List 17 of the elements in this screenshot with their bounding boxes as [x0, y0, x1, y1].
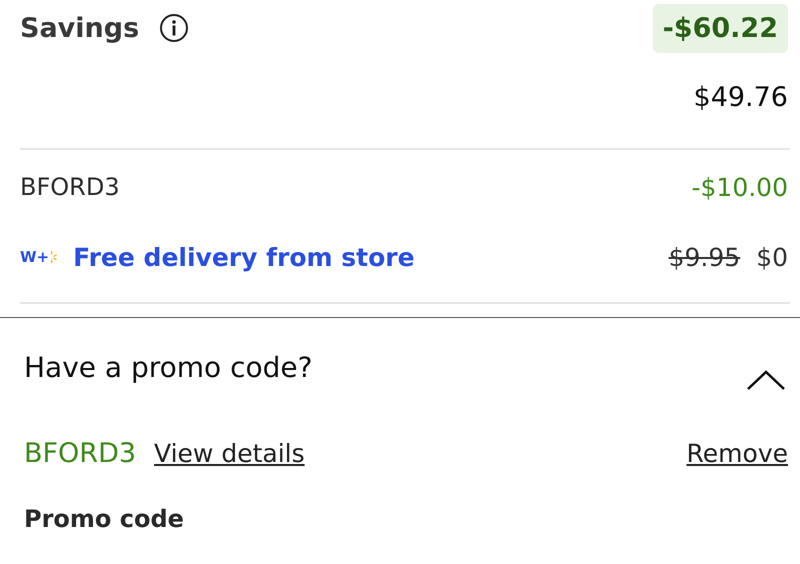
collapse-chevron-icon[interactable]	[746, 369, 786, 391]
discount-amount: -$10.00	[692, 172, 788, 202]
promo-code-field-label: Promo code	[24, 505, 185, 533]
original-price: $9.95	[668, 242, 740, 272]
remove-link[interactable]: Remove	[686, 438, 788, 468]
savings-label: Savings	[20, 12, 140, 44]
delivery-price: $0	[756, 242, 788, 272]
membership-logo-text: W+	[20, 248, 50, 266]
subtotal-amount: $49.76	[694, 82, 788, 112]
savings-amount: -$60.22	[652, 4, 788, 52]
promo-code-label: BFORD3	[20, 173, 120, 201]
promo-section-title: Have a promo code?	[24, 351, 312, 384]
view-details-link[interactable]: View details	[154, 438, 305, 468]
delivery-label: Free delivery from store	[73, 242, 415, 272]
info-icon[interactable]	[159, 13, 190, 43]
applied-code: BFORD3	[24, 438, 136, 468]
spark-icon	[51, 250, 58, 264]
